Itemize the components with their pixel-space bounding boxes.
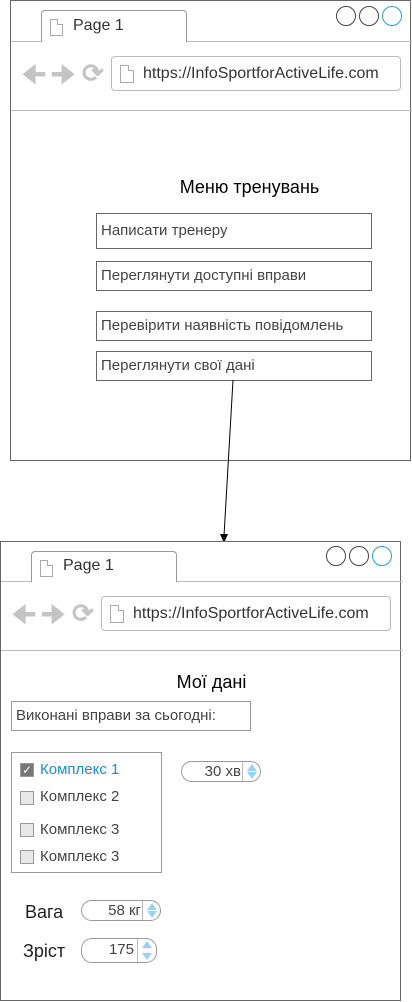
tabbar-divider <box>1 581 31 582</box>
tabbar-divider <box>187 41 412 42</box>
complex-1-label: Комплекс 1 <box>40 761 120 778</box>
tab-title: Page 1 <box>73 17 124 34</box>
checkbox-complex-4[interactable] <box>20 850 34 864</box>
toolbar-divider <box>11 110 412 111</box>
height-stepper[interactable]: 175 <box>81 938 157 963</box>
checkbox-complex-2[interactable] <box>20 791 34 805</box>
view-exercises-button[interactable]: Переглянути доступні вправи <box>96 261 372 291</box>
reload-icon[interactable]: ⟳ <box>72 600 94 626</box>
stepper-arrows-icon[interactable] <box>242 762 261 781</box>
height-value: 175 <box>108 941 134 958</box>
view-my-data-button[interactable]: Переглянути свої дані <box>96 351 372 381</box>
browser-window-my-data: Page 1 🠈 🠊 ⟳ https://InfoSportforActiveL… <box>0 541 402 1001</box>
tabbar-divider <box>177 581 402 582</box>
page-title: Меню тренувань <box>179 177 320 197</box>
weight-stepper[interactable]: 58 кг <box>81 900 161 921</box>
browser-window-menu: Page 1 🠈 🠊 ⟳ https://InfoSportforActiveL… <box>10 0 412 461</box>
checkbox-complex-1[interactable]: ✓ <box>20 763 34 777</box>
tab-title: Page 1 <box>63 557 114 574</box>
back-arrow-icon[interactable]: 🠈 <box>12 601 36 627</box>
check-messages-button[interactable]: Перевірити наявність повідомлень <box>96 311 372 341</box>
window-maximize-button[interactable] <box>359 6 379 26</box>
browser-tab[interactable]: Page 1 <box>41 10 187 42</box>
complex-3-label: Комплекс 3 <box>40 821 120 838</box>
height-label: Зріст <box>23 941 66 961</box>
checkmark-icon: ✓ <box>21 763 33 777</box>
toolbar-divider <box>1 650 402 651</box>
reload-icon[interactable]: ⟳ <box>82 60 104 86</box>
checkbox-complex-3[interactable] <box>20 823 34 837</box>
forward-arrow-icon[interactable]: 🠊 <box>41 601 65 627</box>
page-icon <box>50 19 63 36</box>
complex-list: ✓ Комплекс 1 Комплекс 2 Комплекс 3 Компл… <box>11 752 162 873</box>
forward-arrow-icon[interactable]: 🠊 <box>51 61 75 87</box>
duration-stepper[interactable]: 30 хв <box>181 761 261 782</box>
weight-label: Вага <box>25 902 64 922</box>
duration-value: 30 хв <box>204 763 241 780</box>
url-text: https://InfoSportforActiveLife.com <box>143 65 379 82</box>
complex-2-label: Комплекс 2 <box>40 788 120 805</box>
completed-exercises-label: Виконані вправи за сьогодні: <box>11 701 251 731</box>
window-minimize-button[interactable] <box>326 546 346 566</box>
page-icon <box>40 560 53 577</box>
window-close-button[interactable] <box>382 6 402 26</box>
url-text: https://InfoSportforActiveLife.com <box>133 605 369 622</box>
page-title: Мої дані <box>176 672 247 692</box>
page-icon <box>120 65 134 83</box>
window-maximize-button[interactable] <box>349 546 369 566</box>
tabbar-divider <box>11 41 41 42</box>
stepper-arrows-icon[interactable] <box>142 901 161 920</box>
address-bar[interactable]: https://InfoSportforActiveLife.com <box>101 596 391 631</box>
browser-tab[interactable]: Page 1 <box>31 551 177 582</box>
address-bar[interactable]: https://InfoSportforActiveLife.com <box>111 56 401 91</box>
weight-value: 58 кг <box>108 902 141 919</box>
stepper-arrows-icon[interactable] <box>137 939 156 962</box>
page-icon <box>110 605 124 623</box>
complex-4-label: Комплекс 3 <box>40 848 120 865</box>
window-minimize-button[interactable] <box>336 6 356 26</box>
write-trainer-button[interactable]: Написати тренеру <box>96 213 372 249</box>
window-close-button[interactable] <box>372 546 392 566</box>
back-arrow-icon[interactable]: 🠈 <box>22 61 46 87</box>
